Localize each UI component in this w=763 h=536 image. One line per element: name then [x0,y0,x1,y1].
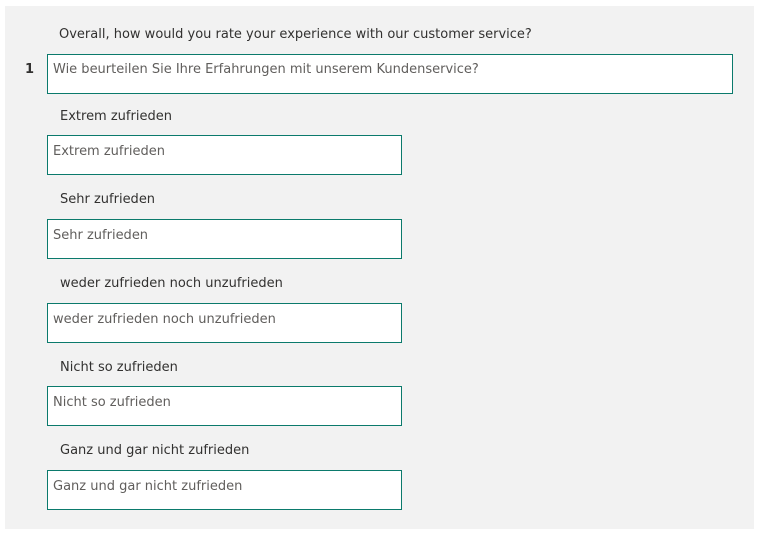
option-source-text-5: Ganz und gar nicht zufrieden [60,443,250,458]
option-source-text-3: weder zufrieden noch unzufrieden [60,276,283,291]
option-translation-field-5[interactable]: Ganz und gar nicht zufrieden [47,470,402,510]
option-source-text-4: Nicht so zufrieden [60,360,178,375]
question-source-text: Overall, how would you rate your experie… [59,27,532,42]
option-translation-field-3[interactable]: weder zufrieden noch unzufrieden [47,303,402,343]
option-source-text-1: Extrem zufrieden [60,109,172,124]
question-translation-field[interactable]: Wie beurteilen Sie Ihre Erfahrungen mit … [47,54,733,94]
question-number: 1 [25,62,35,77]
option-translation-field-4[interactable]: Nicht so zufrieden [47,386,402,426]
option-translation-field-1[interactable]: Extrem zufrieden [47,135,402,175]
option-source-text-2: Sehr zufrieden [60,192,156,207]
option-translation-field-2[interactable]: Sehr zufrieden [47,219,402,259]
